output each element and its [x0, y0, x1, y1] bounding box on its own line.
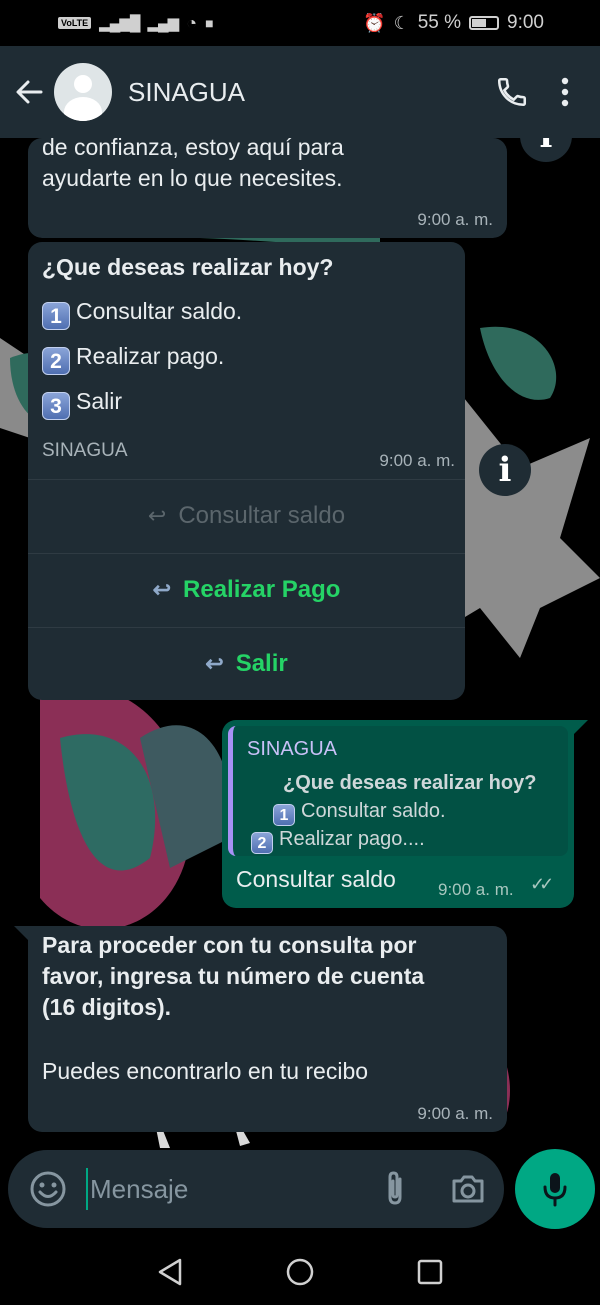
quote-line-text: Consultar saldo.: [301, 800, 446, 822]
quick-reply-label: Consultar saldo: [178, 502, 346, 529]
message-bubble-incoming[interactable]: Para proceder con tu consulta por favor,…: [28, 926, 507, 1132]
message-text: Consultar saldo: [236, 866, 396, 892]
message-time: 9:00 a. m.: [417, 1104, 493, 1123]
more-vertical-icon: [561, 77, 569, 107]
battery-percent: 55 %: [417, 12, 462, 33]
quick-reply-consultar-saldo[interactable]: ↩ Consultar saldo: [28, 479, 465, 552]
quick-reply-realizar-pago[interactable]: ↩ Realizar Pago: [28, 553, 465, 626]
read-ticks-icon: ✓✓: [530, 874, 554, 894]
bubble-tail: [574, 720, 588, 734]
more-options-button[interactable]: [540, 62, 590, 122]
emoji-icon: [30, 1171, 66, 1207]
quick-reply-label: Salir: [235, 650, 288, 677]
back-arrow-icon: [16, 80, 43, 104]
signal-icon-2: ▂▄▆: [147, 15, 180, 32]
camera-button[interactable]: [446, 1167, 490, 1211]
reply-icon: ↩: [152, 577, 172, 602]
phone-icon: [497, 77, 527, 107]
call-button[interactable]: [484, 62, 540, 122]
nav-home-button[interactable]: [280, 1252, 320, 1292]
quote-line: 1 Consultar saldo.: [273, 800, 446, 826]
avatar[interactable]: [54, 63, 112, 121]
moon-icon: ☾: [393, 12, 410, 33]
keycap-2-icon: 2: [251, 832, 273, 854]
message-text: favor, ingresa tu número de cuenta: [42, 963, 425, 989]
nav-back-button[interactable]: [150, 1252, 190, 1292]
status-bar: VoLTE ▂▄▆█ ▂▄▆ ◔ ■ ⏰ ☾ 55 % 9:00: [0, 0, 600, 46]
emoji-button[interactable]: [28, 1169, 68, 1209]
info-button[interactable]: i: [479, 444, 531, 496]
attach-icon: [388, 1171, 402, 1205]
battery-icon: [469, 16, 500, 30]
keycap-3-icon: 3: [42, 392, 70, 420]
notification-icon: ■: [205, 15, 214, 31]
message-input[interactable]: [86, 1168, 366, 1210]
bubble-tail: [14, 926, 28, 940]
back-button[interactable]: [4, 62, 54, 122]
message-text: ayudarte en lo que necesites.: [42, 165, 343, 191]
message-time: 9:00 a. m.: [417, 210, 493, 229]
message-text: Para proceder con tu consulta por: [42, 932, 417, 958]
wifi-icon: ◔: [186, 12, 198, 33]
signal-icon: ▂▄▆█: [99, 15, 140, 32]
keycap-1-icon: 1: [42, 302, 70, 330]
message-bubble-outgoing[interactable]: SINAGUA ¿Que deseas realizar hoy? 1 Consu…: [222, 720, 574, 908]
keycap-1-icon: 1: [273, 804, 295, 826]
alarm-icon: ⏰: [363, 12, 386, 33]
option-item: 2 Realizar pago.: [42, 341, 224, 375]
volte-icon: VoLTE: [58, 17, 92, 29]
quick-reply-label: Realizar Pago: [183, 576, 341, 603]
message-title: ¿Que deseas realizar hoy?: [42, 254, 334, 280]
avatar-body: [64, 97, 102, 121]
nav-recents-icon: [417, 1259, 443, 1284]
option-item: 1 Consultar saldo.: [42, 296, 242, 330]
contact-name[interactable]: SINAGUA: [128, 77, 484, 108]
message-text: Puedes encontrarlo en tu recibo: [42, 1058, 369, 1084]
option-item: 3 Salir: [42, 386, 122, 420]
option-label: Salir: [76, 388, 123, 414]
option-label: Consultar saldo.: [76, 298, 243, 324]
quote-title: ¿Que deseas realizar hoy?: [283, 772, 537, 794]
attach-button[interactable]: [374, 1167, 418, 1211]
info-icon: i: [498, 450, 512, 490]
nav-recents-button[interactable]: [410, 1252, 450, 1292]
clock: 9:00: [507, 12, 544, 33]
quote-line-text: Realizar pago....: [279, 828, 425, 850]
message-time: 9:00 a. m.: [438, 880, 514, 899]
voice-message-button[interactable]: [515, 1149, 595, 1229]
option-label: Realizar pago.: [76, 343, 225, 369]
quoted-message[interactable]: SINAGUA ¿Que deseas realizar hoy? 1 Consu…: [228, 726, 568, 856]
reply-icon: ↩: [205, 651, 224, 676]
nav-home-icon: [286, 1258, 314, 1285]
quick-reply-salir[interactable]: ↩ Salir: [28, 627, 465, 700]
avatar-icon: [74, 75, 92, 93]
message-footer: SINAGUA: [42, 440, 128, 461]
camera-icon: [452, 1175, 484, 1203]
quote-author: SINAGUA: [247, 738, 338, 760]
nav-back-icon: [158, 1258, 182, 1285]
mic-icon: [543, 1173, 567, 1207]
reply-icon: ↩: [147, 503, 167, 528]
message-time: 9:00 a. m.: [379, 451, 455, 470]
system-navigation-bar: [0, 1238, 600, 1305]
message-composer: [8, 1150, 504, 1228]
quote-line: 2 Realizar pago....: [251, 828, 425, 854]
chat-header: SINAGUA: [0, 46, 600, 138]
message-text: (16 digitos).: [42, 994, 172, 1020]
keycap-2-icon: 2: [42, 347, 70, 375]
